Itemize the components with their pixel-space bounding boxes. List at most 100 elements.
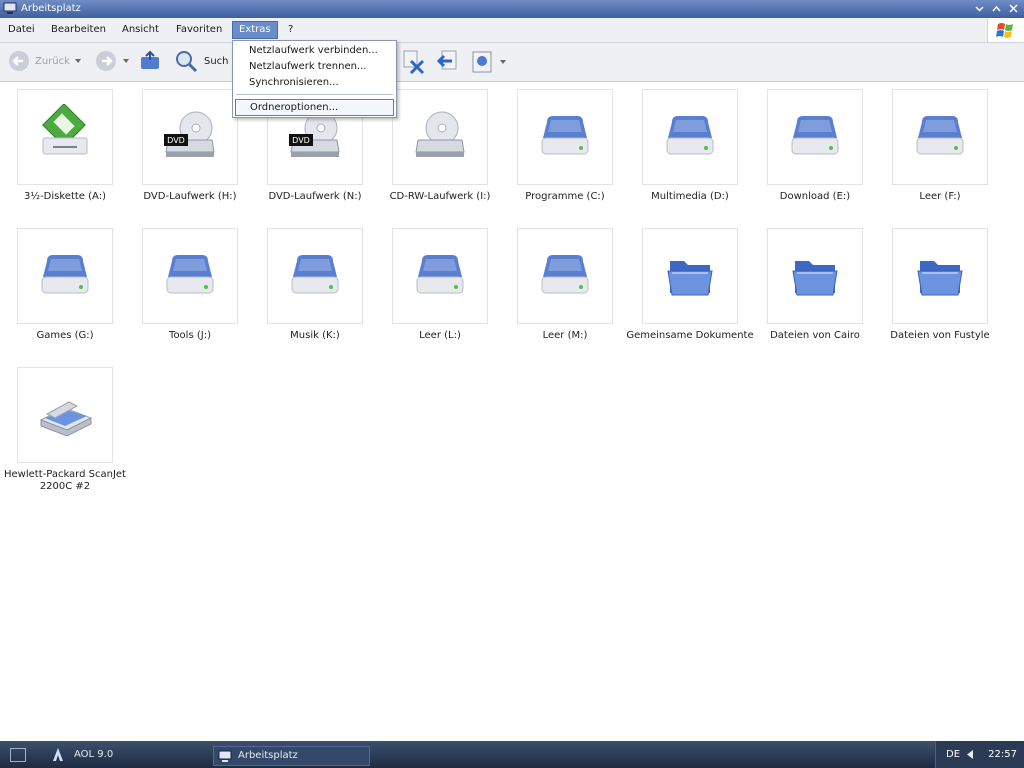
back-button[interactable]: Zurück (7, 49, 81, 73)
forward-button[interactable] (94, 49, 129, 73)
menu-separator (236, 94, 393, 95)
item-label[interactable]: DVD-Laufwerk (H:) (125, 191, 255, 203)
item-icon-frame[interactable] (642, 228, 738, 324)
item-icon-frame[interactable] (517, 89, 613, 185)
minimize-button[interactable] (972, 1, 986, 15)
menu-extras[interactable]: Extras (232, 21, 278, 39)
clock: 22:57 (988, 749, 1017, 760)
item-label[interactable]: Leer (M:) (500, 330, 630, 342)
hard-drive-icon (533, 104, 597, 171)
drive-item[interactable]: Leer (F:) (875, 89, 995, 203)
forward-dropdown-icon[interactable] (123, 59, 129, 63)
windows-logo (987, 18, 1024, 42)
hard-drive-icon (33, 243, 97, 310)
menu-favoriten[interactable]: Favoriten (170, 22, 228, 38)
language-indicator[interactable]: DE (946, 749, 960, 760)
task-label: AOL 9.0 (74, 749, 114, 760)
views-button[interactable] (471, 49, 506, 75)
views-dropdown-icon[interactable] (500, 60, 506, 64)
folder-icon (783, 243, 847, 310)
item-label[interactable]: Leer (F:) (875, 191, 1005, 203)
menu-ansicht[interactable]: Ansicht (116, 22, 165, 38)
item-label[interactable]: Multimedia (D:) (625, 191, 755, 203)
drive-item[interactable]: Download (E:) (750, 89, 870, 203)
title-bar[interactable]: Arbeitsplatz (0, 0, 1024, 18)
item-label[interactable]: DVD-Laufwerk (N:) (250, 191, 380, 203)
item-icon-frame[interactable] (392, 228, 488, 324)
forward-arrow-icon (96, 51, 116, 71)
svg-text:DVD: DVD (292, 136, 310, 145)
drive-item[interactable]: Leer (L:) (375, 228, 495, 342)
delete-button[interactable] (401, 49, 427, 75)
item-icon-frame[interactable] (517, 228, 613, 324)
menu-item-folder-options[interactable]: Ordneroptionen... (235, 99, 394, 116)
maximize-icon (991, 5, 1001, 11)
drive-item[interactable]: Dateien von Cairo (750, 228, 870, 342)
extras-menu: Netzlaufwerk verbinden... Netzlaufwerk t… (232, 40, 397, 118)
back-dropdown-icon[interactable] (74, 59, 81, 63)
drive-item[interactable]: Dateien von Fustyle (875, 228, 995, 342)
drive-item[interactable]: DVD DVD-Laufwerk (H:) (125, 89, 245, 203)
show-desktop-button[interactable] (10, 748, 26, 762)
drive-item[interactable]: Multimedia (D:) (625, 89, 745, 203)
minimize-icon (974, 5, 984, 12)
menu-datei[interactable]: Datei (2, 22, 41, 38)
drive-item[interactable]: Programme (C:) (500, 89, 620, 203)
hard-drive-icon (783, 104, 847, 171)
item-label[interactable]: Dateien von Fustyle (875, 330, 1005, 342)
item-icon-frame[interactable] (142, 228, 238, 324)
drive-item[interactable]: Musik (K:) (250, 228, 370, 342)
item-label[interactable]: Dateien von Cairo (750, 330, 880, 342)
menu-item-synchronize[interactable]: Synchronisieren... (249, 75, 339, 90)
item-label[interactable]: 3½-Diskette (A:) (0, 191, 130, 203)
drive-item[interactable]: Leer (M:) (500, 228, 620, 342)
scanner-icon (33, 382, 97, 449)
drive-list: 3½-Diskette (A:) DVD DVD-Laufwerk (H:) DVD D… (0, 82, 1024, 740)
item-label[interactable]: CD-RW-Laufwerk (I:) (375, 191, 505, 203)
item-icon-frame[interactable] (392, 89, 488, 185)
menu-bearbeiten[interactable]: Bearbeiten (45, 22, 112, 38)
computer-icon (3, 2, 17, 14)
hard-drive-icon (158, 243, 222, 310)
delete-icon (403, 50, 425, 75)
folder-up-button[interactable] (138, 49, 162, 73)
item-icon-frame[interactable] (642, 89, 738, 185)
search-button[interactable]: Such (174, 49, 229, 73)
item-icon-frame[interactable] (17, 367, 113, 463)
hard-drive-icon (283, 243, 347, 310)
drive-item[interactable]: Hewlett-Packard ScanJet 2200C #2 (0, 367, 126, 493)
item-label[interactable]: Download (E:) (750, 191, 880, 203)
item-icon-frame[interactable] (892, 228, 988, 324)
close-icon (1008, 3, 1018, 13)
item-label[interactable]: Leer (L:) (375, 330, 505, 342)
item-label[interactable]: Musik (K:) (250, 330, 380, 342)
system-tray: DE 22:57 (935, 741, 1024, 768)
drive-item[interactable]: Tools (J:) (125, 228, 245, 342)
item-label[interactable]: Tools (J:) (125, 330, 255, 342)
item-icon-frame[interactable] (267, 228, 363, 324)
task-arbeitsplatz[interactable]: Arbeitsplatz (213, 746, 370, 766)
menu-item-disconnect-network-drive[interactable]: Netzlaufwerk trennen... (249, 59, 366, 74)
item-icon-frame[interactable]: DVD (142, 89, 238, 185)
close-button[interactable] (1006, 1, 1020, 15)
drive-item[interactable]: Games (G:) (0, 228, 120, 342)
item-icon-frame[interactable] (17, 228, 113, 324)
window-title: Arbeitsplatz (21, 3, 81, 14)
volume-icon[interactable] (966, 750, 974, 759)
item-label[interactable]: Programme (C:) (500, 191, 630, 203)
menu-item-connect-network-drive[interactable]: Netzlaufwerk verbinden... (249, 43, 378, 58)
undo-button[interactable] (434, 49, 460, 75)
menu-help[interactable]: ? (282, 22, 299, 38)
item-label[interactable]: Games (G:) (0, 330, 130, 342)
task-aol[interactable]: AOL 9.0 (50, 746, 113, 764)
drive-item[interactable]: 3½-Diskette (A:) (0, 89, 120, 203)
maximize-button[interactable] (989, 1, 1003, 15)
item-icon-frame[interactable] (17, 89, 113, 185)
item-icon-frame[interactable] (892, 89, 988, 185)
item-label[interactable]: Gemeinsame Dokumente (625, 330, 755, 342)
undo-icon (436, 50, 457, 70)
drive-item[interactable]: Gemeinsame Dokumente (625, 228, 754, 342)
item-label[interactable]: Hewlett-Packard ScanJet 2200C #2 (0, 469, 130, 493)
item-icon-frame[interactable] (767, 228, 863, 324)
item-icon-frame[interactable] (767, 89, 863, 185)
